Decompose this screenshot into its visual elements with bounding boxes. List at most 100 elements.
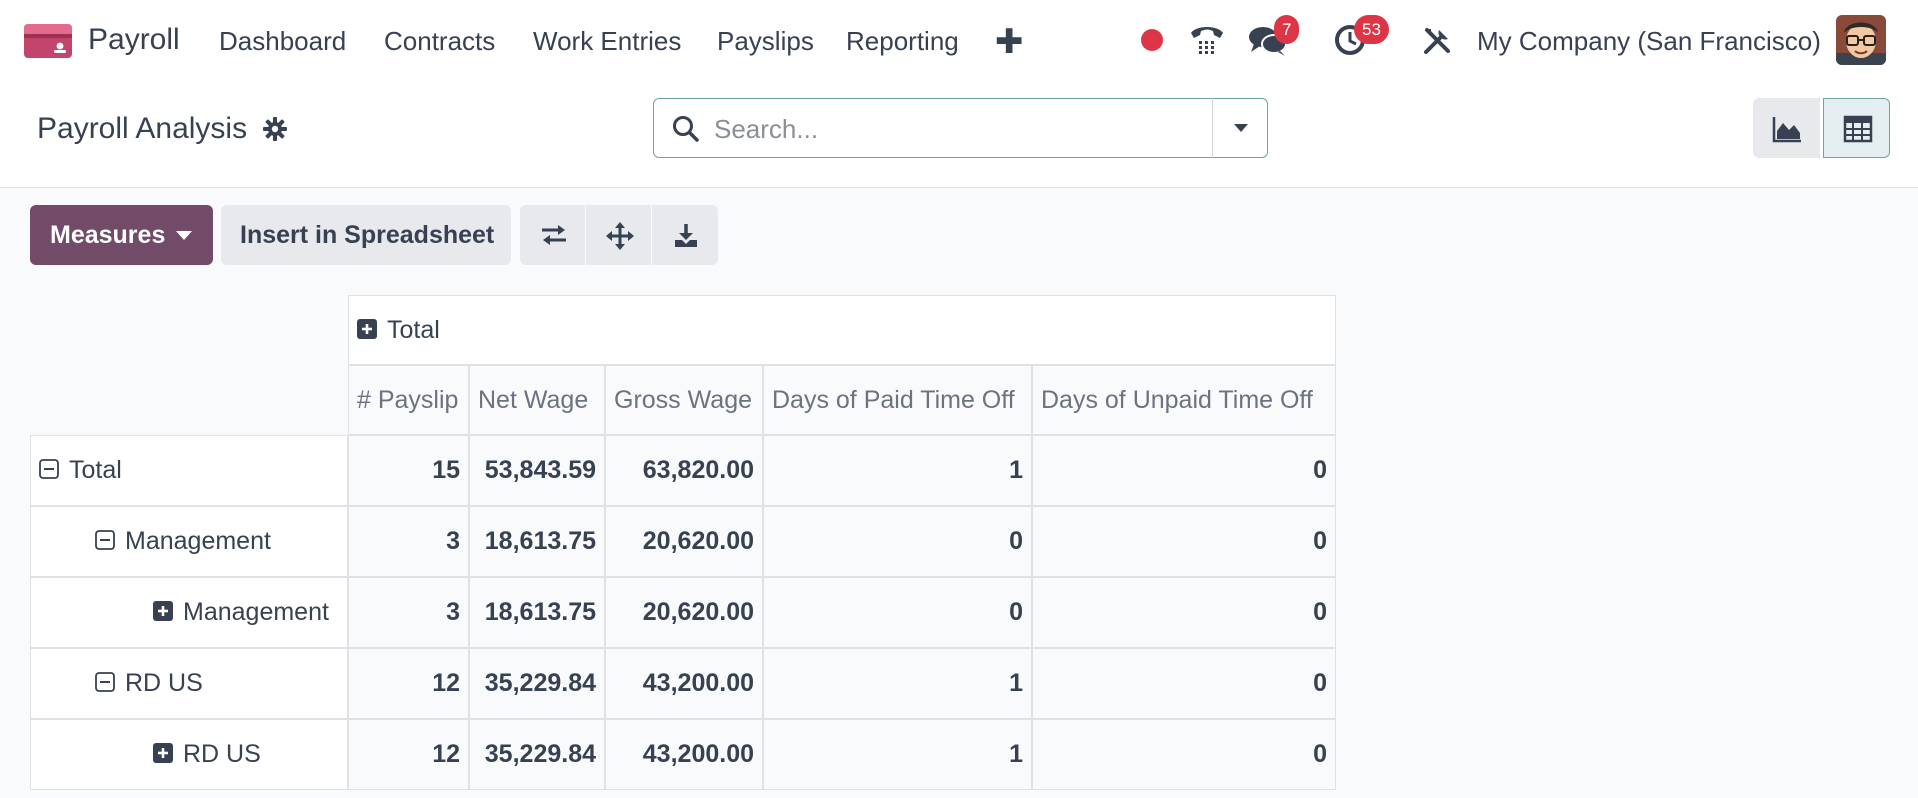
minus-square-icon: [95, 672, 115, 692]
insert-in-spreadsheet-button[interactable]: Insert in Spreadsheet: [221, 205, 511, 265]
nav-work-entries[interactable]: Work Entries: [533, 26, 681, 57]
nav-reporting[interactable]: Reporting: [846, 26, 959, 57]
pivot-cell[interactable]: 35,229.84: [469, 719, 605, 790]
pivot-cell[interactable]: 0: [763, 506, 1032, 577]
cell-value: 35,229.84: [484, 669, 596, 697]
cell-value: 0: [1313, 456, 1327, 484]
nav-plus-icon[interactable]: ✚: [995, 22, 1024, 62]
pivot-row-header[interactable]: Total: [30, 435, 348, 506]
pivot-cell[interactable]: 0: [1032, 719, 1336, 790]
gear-icon[interactable]: [263, 117, 287, 141]
search-icon: [673, 116, 699, 142]
minus-square-icon: [39, 459, 59, 479]
cell-value: 43,200.00: [642, 740, 754, 768]
nav-contracts[interactable]: Contracts: [384, 26, 495, 57]
row-label: RD US: [183, 740, 261, 768]
search-input[interactable]: [714, 109, 1254, 149]
cell-value: 20,620.00: [642, 527, 754, 555]
cell-value: 3: [446, 527, 460, 555]
pivot-actions-group: [520, 205, 718, 265]
top-navbar: Payroll Dashboard Contracts Work Entries…: [0, 0, 1918, 82]
pivot-cell[interactable]: 3: [348, 577, 469, 648]
measure-header[interactable]: Net Wage: [469, 365, 605, 435]
pivot-cell[interactable]: 0: [1032, 506, 1336, 577]
cell-value: 1: [1009, 740, 1023, 768]
pivot-view-button[interactable]: [1823, 98, 1890, 158]
pivot-table-icon: [1843, 115, 1873, 143]
pivot-cell[interactable]: 0: [1032, 435, 1336, 506]
pivot-cell[interactable]: 0: [763, 577, 1032, 648]
pivot-cell[interactable]: 20,620.00: [605, 577, 763, 648]
search-options-toggle[interactable]: [1212, 98, 1268, 158]
row-label: Total: [69, 456, 122, 484]
pivot-cell[interactable]: 15: [348, 435, 469, 506]
measures-button[interactable]: Measures: [30, 205, 213, 265]
cell-value: 0: [1313, 527, 1327, 555]
pivot-row-header[interactable]: Management: [30, 506, 348, 577]
activities-badge: 53: [1354, 15, 1389, 44]
cell-value: 12: [432, 669, 460, 697]
pivot-cell[interactable]: 3: [348, 506, 469, 577]
pivot-cell[interactable]: 20,620.00: [605, 506, 763, 577]
pivot-row-header[interactable]: RD US: [30, 719, 348, 790]
expand-all-button[interactable]: [586, 205, 652, 265]
nav-dashboard[interactable]: Dashboard: [219, 26, 346, 57]
cell-value: 12: [432, 740, 460, 768]
pivot-cell[interactable]: 43,200.00: [605, 719, 763, 790]
payroll-app-icon[interactable]: [24, 24, 72, 58]
nav-payslips[interactable]: Payslips: [717, 26, 814, 57]
column-group-label: Total: [387, 316, 440, 344]
pivot-cell[interactable]: 35,229.84: [469, 648, 605, 719]
pivot-cell[interactable]: 1: [763, 648, 1032, 719]
pivot-cell[interactable]: 18,613.75: [469, 506, 605, 577]
cell-value: 0: [1009, 598, 1023, 626]
pivot-cell[interactable]: 53,843.59: [469, 435, 605, 506]
pivot-cell[interactable]: 0: [1032, 577, 1336, 648]
search-bar: [653, 98, 1268, 158]
company-switcher[interactable]: My Company (San Francisco): [1477, 26, 1821, 57]
row-label: Management: [125, 527, 271, 555]
pivot-cell[interactable]: 1: [763, 435, 1032, 506]
record-dot-icon[interactable]: [1140, 28, 1164, 52]
graph-view-button[interactable]: [1753, 98, 1820, 158]
download-button[interactable]: [652, 205, 718, 265]
cell-value: 15: [432, 456, 460, 484]
flip-axis-button[interactable]: [520, 205, 586, 265]
user-avatar[interactable]: [1836, 15, 1886, 65]
tools-icon[interactable]: [1422, 26, 1452, 56]
column-group-header-total[interactable]: Total: [348, 295, 1336, 365]
measures-label: Measures: [50, 221, 166, 249]
measure-header[interactable]: # Payslip: [348, 365, 469, 435]
minus-square-icon: [95, 530, 115, 550]
plus-square-icon: [153, 601, 173, 621]
pivot-row-header[interactable]: RD US: [30, 648, 348, 719]
page-title: Payroll Analysis: [37, 112, 248, 145]
messages-badge: 7: [1274, 15, 1300, 44]
cell-value: 35,229.84: [484, 740, 596, 768]
pivot-cell[interactable]: 12: [348, 719, 469, 790]
pivot-cell[interactable]: 43,200.00: [605, 648, 763, 719]
cell-value: 18,613.75: [484, 598, 596, 626]
cell-value: 53,843.59: [484, 456, 596, 484]
app-name[interactable]: Payroll: [88, 23, 180, 57]
measure-header[interactable]: Days of Unpaid Time Off: [1032, 365, 1336, 435]
row-label: Management: [183, 598, 329, 626]
cell-value: 0: [1313, 740, 1327, 768]
insert-label: Insert in Spreadsheet: [240, 221, 495, 249]
caret-down-icon: [1234, 124, 1248, 132]
plus-square-icon: [357, 319, 377, 339]
pivot-cell[interactable]: 12: [348, 648, 469, 719]
cell-value: 18,613.75: [484, 527, 596, 555]
pivot-cell[interactable]: 63,820.00: [605, 435, 763, 506]
phone-icon[interactable]: [1188, 22, 1226, 58]
pivot-cell[interactable]: 18,613.75: [469, 577, 605, 648]
measure-header[interactable]: Days of Paid Time Off: [763, 365, 1032, 435]
cell-value: 0: [1313, 669, 1327, 697]
download-icon: [675, 224, 697, 247]
pivot-cell[interactable]: 1: [763, 719, 1032, 790]
cell-value: 0: [1009, 527, 1023, 555]
pivot-row-header[interactable]: Management: [30, 577, 348, 648]
pivot-cell[interactable]: 0: [1032, 648, 1336, 719]
cell-value: 1: [1009, 669, 1023, 697]
measure-header[interactable]: Gross Wage: [605, 365, 763, 435]
